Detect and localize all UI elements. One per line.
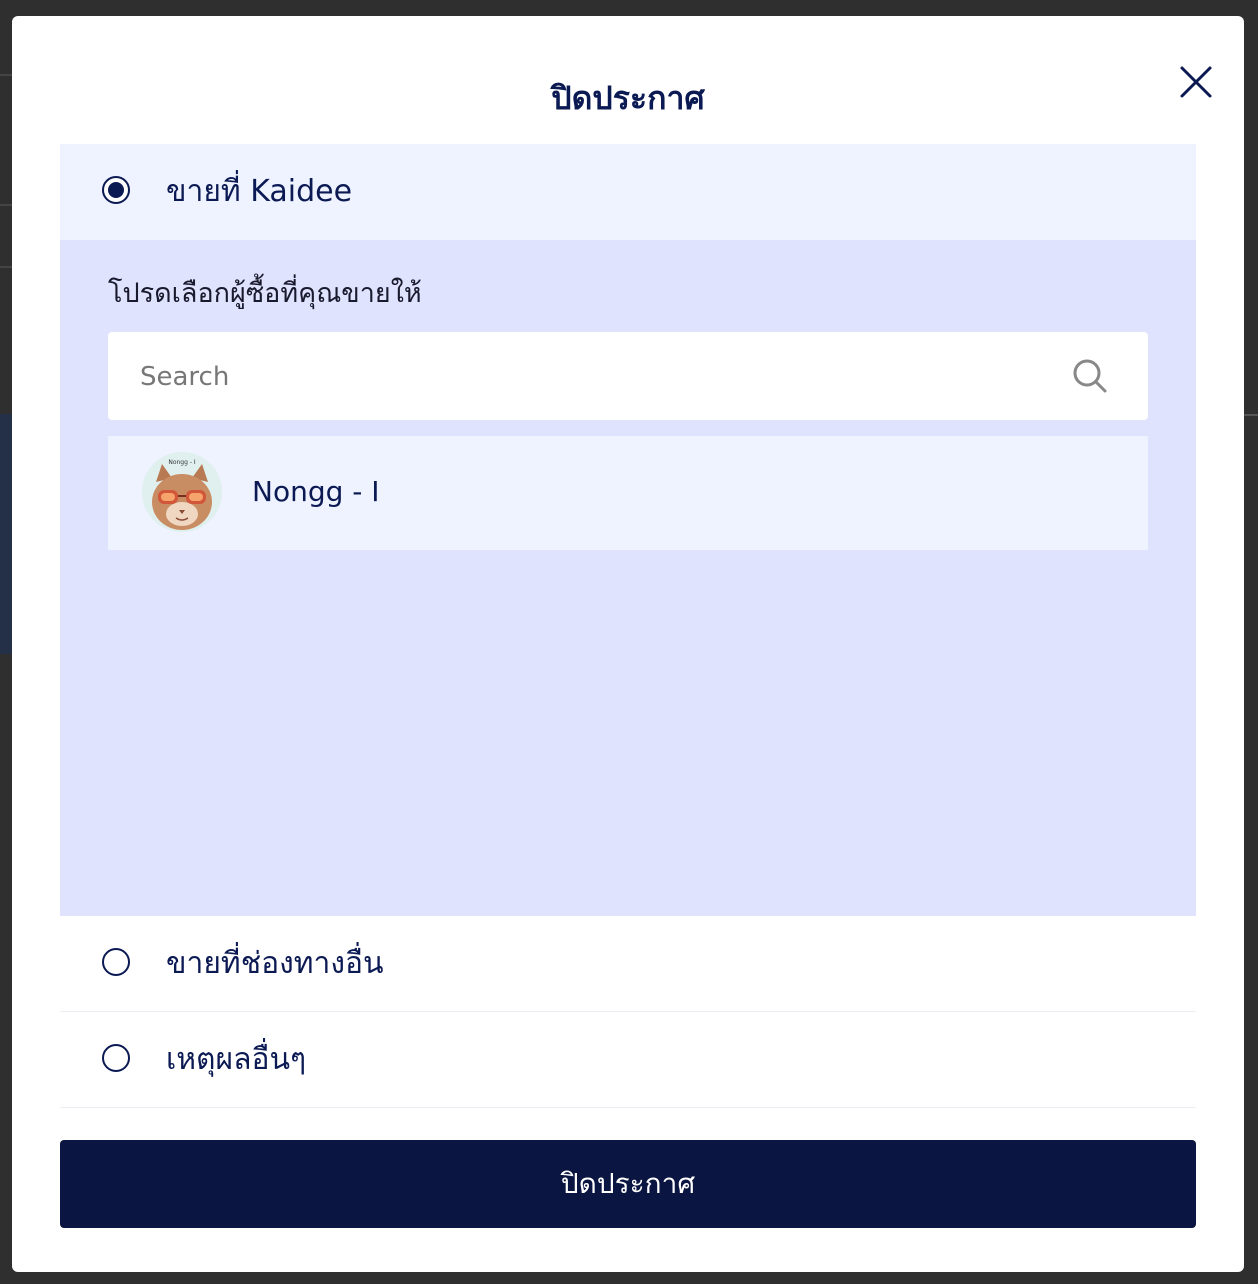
buyer-selection-panel: โปรดเลือกผู้ซื้อที่คุณขายให้ Search Nong… — [60, 240, 1196, 916]
buyer-name: Nongg - I — [252, 475, 380, 508]
svg-text:Nongg - I: Nongg - I — [168, 459, 196, 466]
radio-selected-icon[interactable] — [102, 176, 130, 204]
search-input[interactable] — [138, 352, 1042, 402]
backdrop-divider — [0, 266, 12, 268]
avatar: Nongg - I — [142, 452, 222, 532]
option-label: ขายที่ Kaidee — [166, 174, 353, 209]
radio-unselected-icon[interactable] — [102, 948, 130, 976]
option-label: เหตุผลอื่นๆ — [166, 1042, 307, 1077]
dialog-title: ปิดประกาศ — [551, 79, 705, 117]
buyer-list-item[interactable]: Nongg - I Nongg - I — [108, 436, 1148, 550]
backdrop-image — [0, 414, 12, 654]
option-other-reasons[interactable]: เหตุผลอื่นๆ — [60, 1012, 1196, 1108]
backdrop-divider — [1244, 414, 1258, 416]
close-icon[interactable] — [1176, 62, 1216, 102]
buyer-select-hint: โปรดเลือกผู้ซื้อที่คุณขายให้ — [108, 278, 422, 309]
backdrop-divider — [0, 74, 12, 76]
search-icon[interactable] — [1070, 356, 1110, 396]
option-sold-elsewhere[interactable]: ขายที่ช่องทางอื่น — [60, 916, 1196, 1012]
close-listing-dialog: ปิดประกาศ ขายที่ Kaidee โปรดเลือกผู้ซื้อ… — [12, 16, 1244, 1272]
close-listing-button[interactable]: ปิดประกาศ — [60, 1140, 1196, 1228]
option-sold-on-kaidee[interactable]: ขายที่ Kaidee — [60, 144, 1196, 240]
option-label: ขายที่ช่องทางอื่น — [166, 946, 384, 981]
search-box — [108, 332, 1148, 420]
backdrop-divider — [0, 204, 12, 206]
radio-unselected-icon[interactable] — [102, 1044, 130, 1072]
